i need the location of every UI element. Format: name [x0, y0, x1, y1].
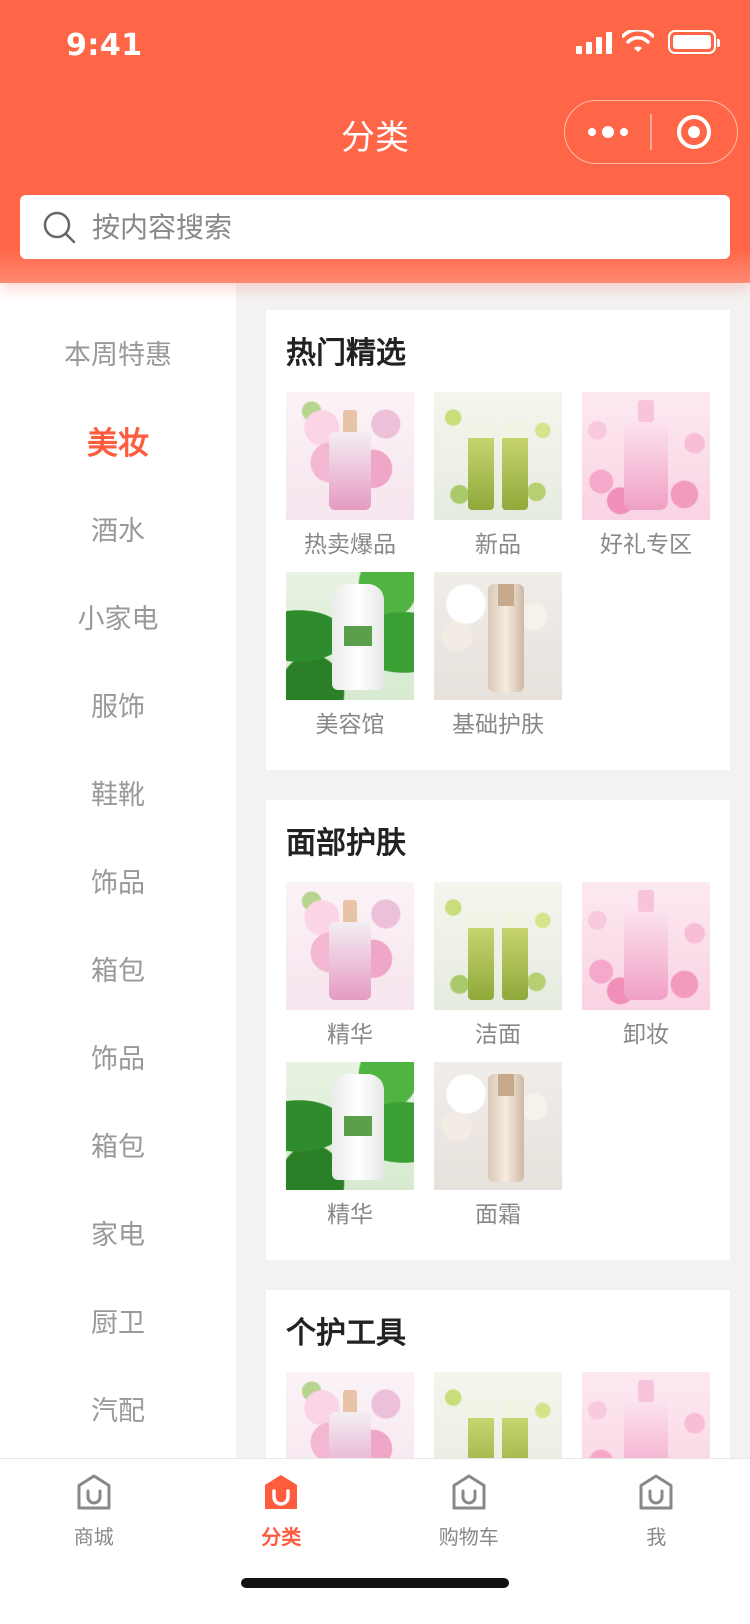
category-tile[interactable]: 美容馆	[286, 572, 414, 740]
tile-label: 精华	[327, 1202, 373, 1228]
sidebar-item[interactable]: 本周特惠	[0, 308, 236, 396]
tab-profile[interactable]: 我	[563, 1459, 750, 1569]
pink-pump-bottle-image	[582, 392, 710, 520]
search-bar[interactable]	[20, 195, 730, 259]
sidebar-item[interactable]: 家电	[0, 1188, 236, 1276]
section-grid: 热卖爆品新品推荐男香馆藏品	[286, 1372, 710, 1458]
category-tile[interactable]: 热卖爆品	[286, 1372, 414, 1458]
cart-icon	[451, 1473, 487, 1515]
section-title: 面部护肤	[286, 826, 406, 861]
tile-label: 热卖爆品	[304, 532, 396, 558]
pink-pump-bottle-image	[582, 1372, 710, 1458]
search-icon	[43, 211, 76, 244]
tab-category[interactable]: 分类	[188, 1459, 376, 1569]
wifi-icon	[622, 30, 654, 52]
sidebar-item[interactable]: 酒水	[0, 484, 236, 572]
store-icon	[76, 1473, 112, 1515]
category-icon	[263, 1473, 299, 1515]
close-mini-program-button[interactable]	[652, 101, 737, 163]
white-tube-leaves-image	[286, 572, 414, 700]
pink-perfume-image	[286, 882, 414, 1010]
tab-label: 分类	[261, 1525, 302, 1549]
tabs: 商城 分类 购物车 我	[0, 1459, 750, 1569]
category-section: 热门精选热卖爆品 新品 好礼专区美容馆 基础护肤	[266, 310, 730, 770]
status-bar: 9:41	[0, 0, 750, 90]
header: 9:41 分类	[0, 0, 750, 283]
tile-label: 面霜	[475, 1202, 521, 1228]
tile-label: 卸妆	[623, 1022, 669, 1048]
sidebar-item[interactable]: 服饰	[0, 660, 236, 748]
category-tile[interactable]: 新品	[434, 392, 562, 560]
category-tile[interactable]: 好礼专区	[582, 392, 710, 560]
sidebar-item[interactable]: 厨卫	[0, 1276, 236, 1364]
gold-bottle-lily-image	[434, 572, 562, 700]
gold-bottle-lily-image	[434, 1062, 562, 1190]
tile-label: 新品	[475, 532, 521, 558]
pink-perfume-image	[286, 392, 414, 520]
green-bottles-image	[434, 1372, 562, 1458]
tab-label: 购物车	[438, 1525, 499, 1549]
section-grid: 精华 洁面 卸妆 精华 面霜	[286, 882, 710, 1242]
category-content: 热门精选热卖爆品新品好礼专区美容馆基础护肤面部护肤精华洁面卸妆精华面霜个护工具热…	[236, 283, 750, 1458]
sidebar-list: 本周特惠 美妆 酒水 小家电 服饰 鞋靴 饰品 箱包 饰品 箱包 家电 厨卫 汽配	[0, 283, 236, 1452]
target-icon	[677, 115, 712, 149]
tile-label: 基础护肤	[452, 712, 544, 738]
mini-program-capsule	[564, 100, 738, 164]
category-tile[interactable]: 面霜	[434, 1062, 562, 1230]
tab-label: 商城	[73, 1525, 114, 1549]
sidebar-item[interactable]: 饰品	[0, 1012, 236, 1100]
category-tile[interactable]: 男香馆藏品	[582, 1372, 710, 1458]
tile-label: 精华	[327, 1022, 373, 1048]
category-section: 面部护肤 精华 洁面 卸妆 精华 面霜	[266, 800, 730, 1260]
battery-icon	[668, 30, 720, 54]
tab-store[interactable]: 商城	[0, 1459, 188, 1569]
tile-label: 好礼专区	[600, 532, 692, 558]
white-tube-leaves-image	[286, 1062, 414, 1190]
category-sidebar: 本周特惠 美妆 酒水 小家电 服饰 鞋靴 饰品 箱包 饰品 箱包 家电 厨卫 汽配	[0, 283, 236, 1458]
green-bottles-image	[434, 392, 562, 520]
pink-perfume-image	[286, 1372, 414, 1458]
tab-label: 我	[646, 1525, 667, 1549]
signal-icon	[576, 30, 612, 54]
more-icon[interactable]	[565, 101, 650, 163]
category-tile[interactable]: 精华	[286, 1062, 414, 1230]
sidebar-item[interactable]: 饰品	[0, 836, 236, 924]
sidebar-item[interactable]: 鞋靴	[0, 748, 236, 836]
category-section: 个护工具热卖爆品新品推荐男香馆藏品	[266, 1290, 730, 1458]
sidebar-item[interactable]: 小家电	[0, 572, 236, 660]
green-bottles-image	[434, 882, 562, 1010]
tile-label: 洁面	[475, 1022, 521, 1048]
category-tile[interactable]: 卸妆	[582, 882, 710, 1050]
category-tile[interactable]: 洁面	[434, 882, 562, 1050]
section-title: 热门精选	[286, 336, 406, 371]
tile-label: 美容馆	[315, 712, 385, 738]
section-title: 个护工具	[286, 1316, 406, 1351]
section-grid: 热卖爆品 新品 好礼专区美容馆 基础护肤	[286, 392, 710, 752]
nav-bar: 分类	[0, 90, 750, 178]
home-indicator	[241, 1578, 509, 1588]
pink-pump-bottle-image	[582, 882, 710, 1010]
sidebar-item[interactable]: 箱包	[0, 924, 236, 1012]
category-tile[interactable]: 热卖爆品	[286, 392, 414, 560]
sidebar-item[interactable]: 汽配	[0, 1364, 236, 1452]
tab-cart[interactable]: 购物车	[375, 1459, 563, 1569]
search-input[interactable]	[92, 210, 692, 244]
sidebar-item[interactable]: 美妆	[0, 396, 236, 484]
category-tile[interactable]: 精华	[286, 882, 414, 1050]
tab-bar: 商城 分类 购物车 我	[0, 1458, 750, 1624]
status-icons	[576, 30, 720, 54]
category-tile[interactable]: 新品推荐	[434, 1372, 562, 1458]
status-time: 9:41	[66, 28, 143, 63]
profile-icon	[638, 1473, 674, 1515]
sidebar-item[interactable]: 箱包	[0, 1100, 236, 1188]
category-tile[interactable]: 基础护肤	[434, 572, 562, 740]
